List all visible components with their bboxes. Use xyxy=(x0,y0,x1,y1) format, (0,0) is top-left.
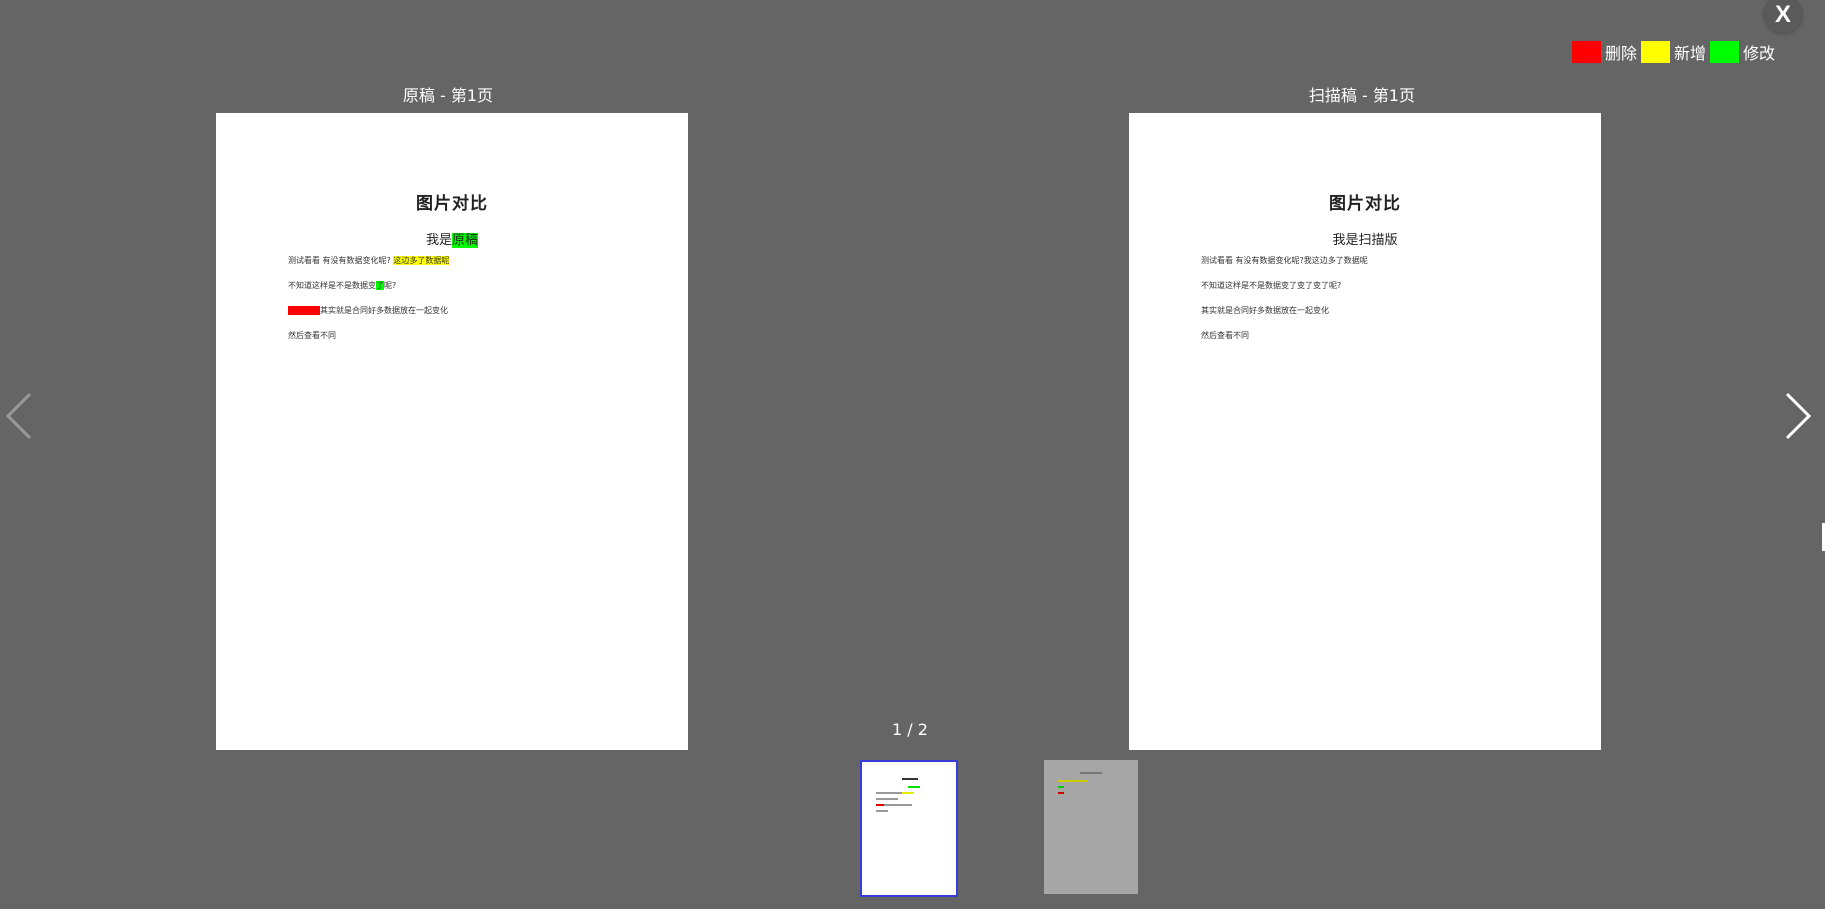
original-page: 图片对比 我是原稿 测试看看 有没有数据变化呢? 这边多了数据呢 不知道这样是不… xyxy=(216,113,688,750)
deleted-highlight: 删除数据 xyxy=(288,306,320,315)
scanned-doc-subtitle: 我是扫描版 xyxy=(1332,233,1398,248)
chevron-left-icon xyxy=(5,392,32,440)
scanned-doc-title: 图片对比 xyxy=(1329,194,1401,214)
close-icon: X xyxy=(1774,1,1791,28)
chevron-right-icon xyxy=(1785,392,1812,440)
prev-page-button[interactable] xyxy=(4,390,34,446)
original-line-4: 然后查看不同 xyxy=(288,331,336,340)
line-text: 呢? xyxy=(384,281,397,290)
thumbnail-page-1[interactable] xyxy=(860,760,958,897)
modified-highlight: 了 xyxy=(376,281,384,290)
scanned-page: 图片对比 我是扫描版 测试看看 有没有数据变化呢?我这边多了数据呢 不知道这样是… xyxy=(1129,113,1601,750)
scanned-line-1: 测试看看 有没有数据变化呢?我这边多了数据呢 xyxy=(1201,256,1368,265)
legend-swatch-modify xyxy=(1710,41,1740,63)
original-line-3: 删除数据其实就是合同好多数据放在一起变化 xyxy=(288,305,448,316)
legend-label-add: 新增 xyxy=(1674,44,1707,63)
line-text: 其实就是合同好多数据放在一起变化 xyxy=(320,306,448,315)
legend-swatch-delete xyxy=(1572,41,1601,63)
scanned-page-caption: 扫描稿 - 第1页 xyxy=(1308,86,1416,105)
legend-label-modify: 修改 xyxy=(1743,44,1776,63)
legend-swatch-add xyxy=(1641,41,1671,63)
scanned-line-2: 不知道这样是不是数据变了变了变了呢? xyxy=(1201,281,1342,290)
original-page-caption: 原稿 - 第1页 xyxy=(402,86,494,105)
line-text: 测试看看 有没有数据变化呢? xyxy=(288,256,391,265)
line-text: 不知道这样是不是数据变 xyxy=(288,281,376,290)
next-page-button[interactable] xyxy=(1783,390,1813,446)
original-line-2: 不知道这样是不是数据变了呢? xyxy=(288,280,396,291)
scanned-line-4: 然后查看不同 xyxy=(1201,331,1249,340)
thumbnail-page-2[interactable] xyxy=(1044,760,1138,894)
close-button[interactable]: X xyxy=(1764,0,1802,34)
added-highlight: 这边多了数据呢 xyxy=(393,256,450,265)
scanned-line-3: 其实就是合同好多数据放在一起变化 xyxy=(1201,306,1329,315)
original-doc-subtitle: 我是原稿 xyxy=(216,229,688,248)
original-doc-title: 图片对比 xyxy=(416,194,488,214)
page-counter: 1 / 2 xyxy=(892,720,928,739)
original-line-1: 测试看看 有没有数据变化呢? 这边多了数据呢 xyxy=(288,255,450,266)
subtitle-prefix: 我是 xyxy=(425,233,452,248)
modified-highlight: 原稿 xyxy=(452,233,479,248)
legend: 删除 新增 修改 xyxy=(1572,41,1779,63)
legend-label-delete: 删除 xyxy=(1605,44,1638,63)
